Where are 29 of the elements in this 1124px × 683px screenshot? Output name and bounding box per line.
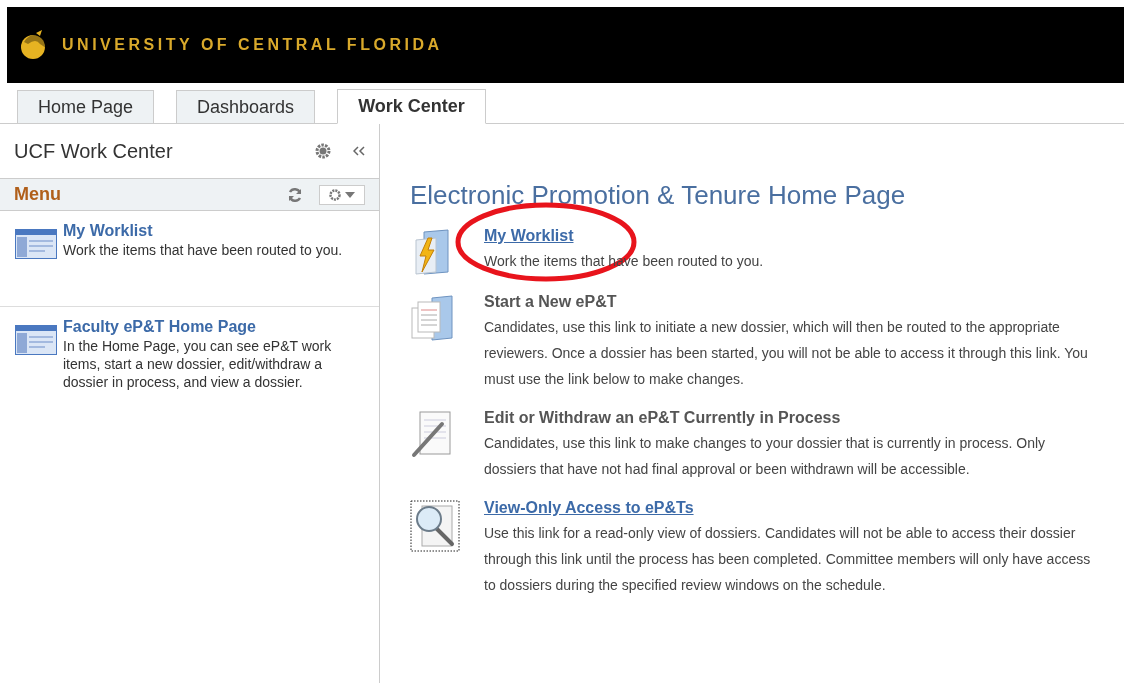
window-icon xyxy=(15,229,57,259)
university-name: UNIVERSITY OF CENTRAL FLORIDA xyxy=(62,35,443,55)
menu-label: Menu xyxy=(14,183,62,206)
section-heading: Start a New eP&T xyxy=(484,292,617,312)
section-description: Candidates, use this link to initiate a new dossier, which will then be routed to the appropriate reviewers. Once a dossier has been started, you will not be able to access it through this link. You must use the link below to make changes. xyxy=(484,318,1089,389)
menu-settings-button[interactable] xyxy=(319,184,365,205)
magnifier-icon xyxy=(410,500,460,552)
sidebar-title: UCF Work Center xyxy=(14,139,174,164)
document-pencil-icon xyxy=(410,410,454,458)
tab[interactable]: Home Page xyxy=(17,90,155,123)
refresh-icon[interactable] xyxy=(287,186,303,203)
tab[interactable]: Dashboards xyxy=(176,90,316,123)
page-link[interactable]: View-Only Access to eP&Ts xyxy=(484,496,694,520)
tab[interactable]: Work Center xyxy=(337,89,486,124)
documents-icon xyxy=(410,294,454,342)
section-description: Candidates, use this link to make changes to your dossier that is currently in process. Only dossiers that have not had final approval or been withdrawn will be accessible. xyxy=(484,434,1047,479)
page-title: Electronic Promotion & Tenure Home Page xyxy=(410,180,907,210)
page-link[interactable]: My Worklist xyxy=(484,224,574,248)
sidebar-link[interactable]: Faculty eP&T Home Page xyxy=(63,317,256,337)
sidebar-item-description: Work the items that have been routed to you. xyxy=(63,241,344,259)
section-description: Use this link for a read-only view of dossiers. Candidates will not be able to access their dossier through this link until the process has been completed. Committee members will only have access to dossiers during the specified review windows on the schedule. xyxy=(484,524,1092,595)
collapse-icon[interactable] xyxy=(353,145,365,157)
sidebar-item-description: In the Home Page, you can see eP&T work items, start a new dossier, edit/withdraw a dossier in process, and view a dossier. xyxy=(63,337,333,391)
window-icon xyxy=(15,325,57,355)
caret-icon xyxy=(345,191,355,198)
sidebar-link[interactable]: My Worklist xyxy=(63,221,153,241)
gear-icon xyxy=(329,188,341,201)
section-heading: Edit or Withdraw an eP&T Currently in Process xyxy=(484,408,841,428)
settings-icon[interactable] xyxy=(315,143,331,159)
